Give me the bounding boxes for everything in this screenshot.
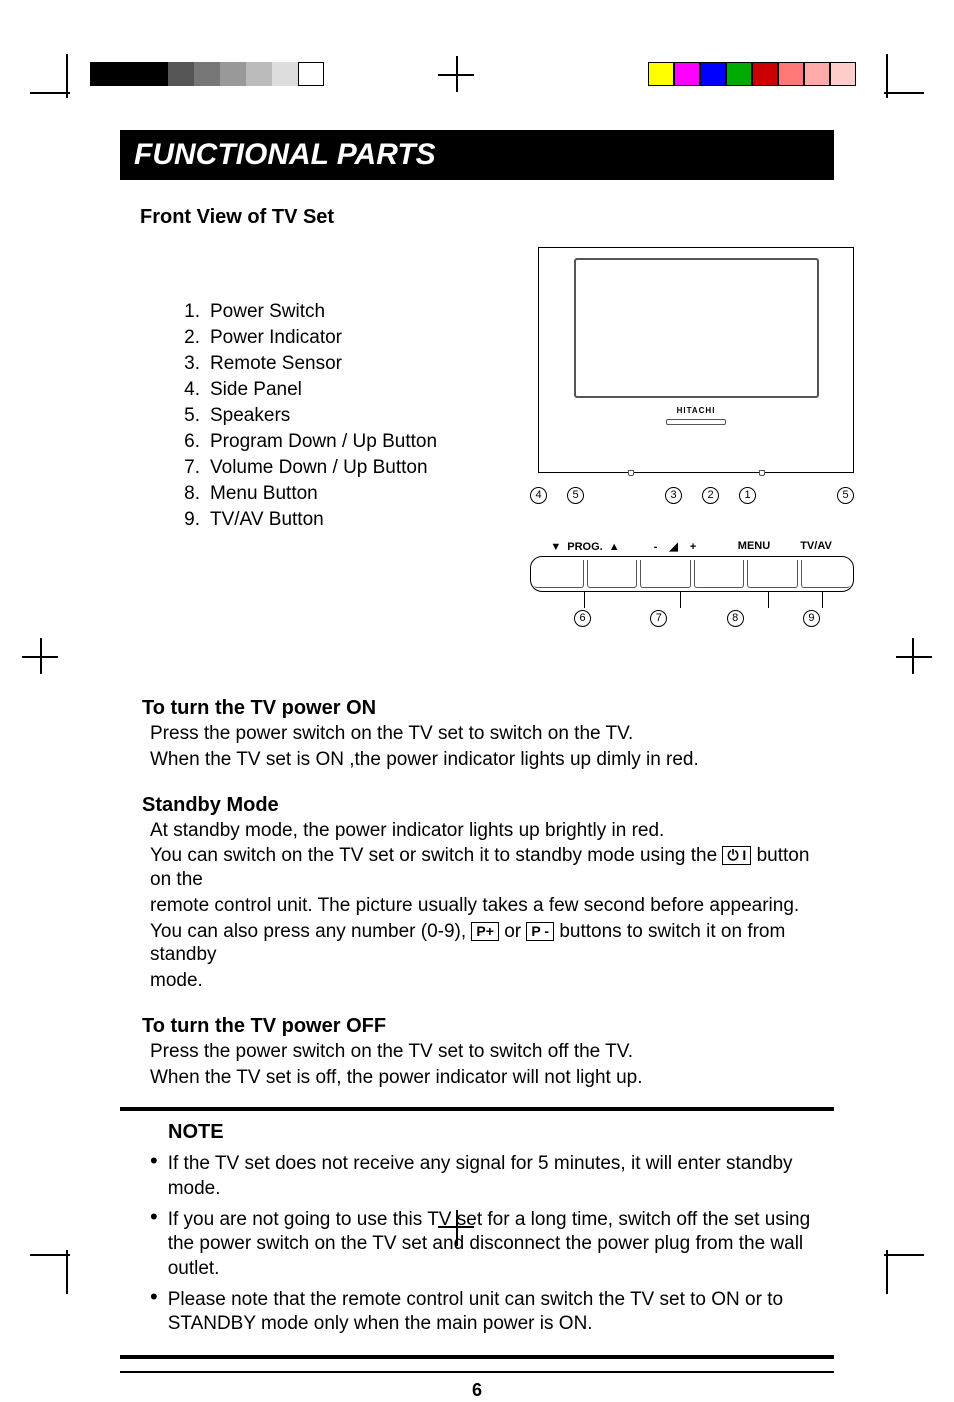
triangle-down-icon: ▼ xyxy=(550,541,561,553)
body-fragment: or xyxy=(504,921,521,942)
part-number: 5. xyxy=(180,405,200,427)
power-key-icon: ⏻ I xyxy=(722,846,751,865)
divider xyxy=(120,1107,834,1111)
part-number: 1. xyxy=(180,301,200,323)
menu-label: MENU xyxy=(720,540,788,553)
body-text: Press the power switch on the TV set to … xyxy=(150,1040,810,1064)
registration-mark xyxy=(40,638,42,674)
part-number: 3. xyxy=(180,353,200,375)
divider xyxy=(120,1355,834,1359)
bullet-icon: • xyxy=(150,1288,158,1337)
note-item: •Please note that the remote control uni… xyxy=(150,1288,820,1337)
diagram-area: HITACHI 4 5 3 2 1 5 xyxy=(530,247,854,627)
triangle-up-icon: ▲ xyxy=(609,541,620,553)
tv-slot xyxy=(666,419,726,425)
part-label: Side Panel xyxy=(210,379,302,401)
callout: 9 xyxy=(803,610,820,627)
grayscale-strip xyxy=(90,62,324,86)
crop-mark xyxy=(66,1250,68,1294)
body-text: You can also press any number (0-9), P+ … xyxy=(150,920,810,968)
callout: 5 xyxy=(837,487,854,504)
page-title: FUNCTIONAL PARTS xyxy=(120,130,834,180)
tv-screen xyxy=(574,258,819,398)
callout: 6 xyxy=(574,610,591,627)
pplus-key-icon: P+ xyxy=(471,922,499,941)
body-text: At standby mode, the power indicator lig… xyxy=(150,819,810,843)
panel-button xyxy=(534,560,584,588)
color-strip xyxy=(648,62,856,86)
crop-mark xyxy=(886,1250,888,1294)
bullet-icon: • xyxy=(150,1208,158,1282)
note-text: If you are not going to use this TV set … xyxy=(168,1208,820,1282)
prog-label: PROG. xyxy=(567,541,602,553)
note-text: Please note that the remote control unit… xyxy=(168,1288,820,1337)
part-label: Program Down / Up Button xyxy=(210,431,437,453)
registration-mark xyxy=(456,56,458,92)
tvav-label: TV/AV xyxy=(788,540,844,553)
note-text: If the TV set does not receive any signa… xyxy=(168,1152,820,1201)
body-fragment: You can also press any number (0-9), xyxy=(150,921,466,942)
part-label: Menu Button xyxy=(210,483,318,505)
callout: 3 xyxy=(665,487,682,504)
body-text: When the TV set is ON ,the power indicat… xyxy=(150,748,810,772)
callout: 2 xyxy=(702,487,719,504)
heading-power-off: To turn the TV power OFF xyxy=(142,1015,834,1038)
tv-brand: HITACHI xyxy=(545,406,847,415)
callout: 8 xyxy=(727,610,744,627)
part-number: 4. xyxy=(180,379,200,401)
tv-front-diagram: HITACHI xyxy=(538,247,854,473)
parts-list: 1. Power Switch 2. Power Indicator 3. Remot… xyxy=(180,297,500,627)
footer-rule xyxy=(120,1371,834,1373)
body-text: You can switch on the TV set or switch i… xyxy=(150,844,810,892)
part-label: Speakers xyxy=(210,405,290,427)
vol-minus: - xyxy=(654,541,658,553)
callout-row-top: 4 5 3 2 1 5 xyxy=(530,487,854,504)
note-heading: NOTE xyxy=(168,1121,834,1144)
page-content: FUNCTIONAL PARTS Front View of TV Set 1.… xyxy=(120,130,834,1208)
part-number: 2. xyxy=(180,327,200,349)
part-label: Power Indicator xyxy=(210,327,342,349)
body-text: remote control unit. The picture usually… xyxy=(150,894,810,918)
panel-button xyxy=(694,560,745,588)
heading-power-on: To turn the TV power ON xyxy=(142,697,834,720)
body-text: When the TV set is off, the power indica… xyxy=(150,1066,810,1090)
crop-mark xyxy=(884,92,924,94)
body-fragment: You can switch on the TV set or switch i… xyxy=(150,845,717,866)
part-number: 9. xyxy=(180,509,200,531)
speaker-icon: ◢ xyxy=(669,540,677,553)
crop-mark xyxy=(30,92,70,94)
note-item: •If the TV set does not receive any sign… xyxy=(150,1152,820,1201)
crop-mark xyxy=(30,1254,70,1256)
control-panel-diagram: ▼ PROG. ▲ -◢ + MENU TV/AV xyxy=(530,540,854,627)
panel-button xyxy=(801,560,851,588)
body-text: Press the power switch on the TV set to … xyxy=(150,722,810,746)
callout: 4 xyxy=(530,487,547,504)
part-label: Volume Down / Up Button xyxy=(210,457,428,479)
page-number: 6 xyxy=(472,1380,482,1400)
registration-mark xyxy=(896,656,932,658)
callout: 5 xyxy=(567,487,584,504)
panel-button xyxy=(640,560,691,588)
body-text: mode. xyxy=(150,969,810,993)
note-item: •If you are not going to use this TV set… xyxy=(150,1208,820,1282)
pminus-key-icon: P - xyxy=(526,922,554,941)
callout-row-bottom: 6 7 8 9 xyxy=(530,610,854,627)
panel-button xyxy=(747,560,798,588)
heading-standby: Standby Mode xyxy=(142,794,834,817)
part-label: Remote Sensor xyxy=(210,353,342,375)
bullet-icon: • xyxy=(150,1152,158,1201)
panel-button xyxy=(587,560,638,588)
part-number: 6. xyxy=(180,431,200,453)
callout: 7 xyxy=(650,610,667,627)
part-number: 8. xyxy=(180,483,200,505)
part-label: Power Switch xyxy=(210,301,325,323)
subtitle: Front View of TV Set xyxy=(140,206,834,229)
vol-plus: + xyxy=(690,541,696,553)
registration-mark xyxy=(912,638,914,674)
part-number: 7. xyxy=(180,457,200,479)
part-label: TV/AV Button xyxy=(210,509,324,531)
crop-mark xyxy=(884,1254,924,1256)
callout: 1 xyxy=(739,487,756,504)
